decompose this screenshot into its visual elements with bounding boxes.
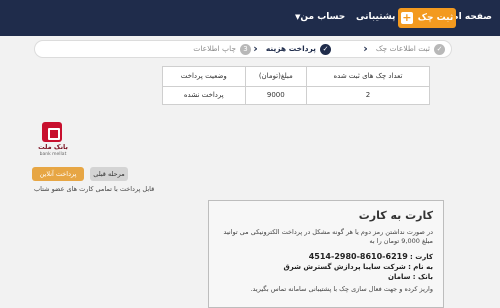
card-panel-footer: واریز کرده و جهت فعال سازی چک با پشتیبان…	[250, 285, 433, 293]
checks-count-cell: 2	[306, 85, 430, 105]
bank-label: بانک :	[412, 273, 433, 281]
account-holder-value: شرکت سایبا پردازش گسترش شرق	[283, 263, 406, 271]
table-row: 2 9000 پرداخت نشده	[162, 85, 430, 105]
pay-online-button[interactable]: پرداخت آنلاین	[32, 167, 84, 181]
column-header: مبلغ(تومان)	[244, 66, 308, 87]
bank-mellat-logo: بانک ملت bank mellat	[32, 122, 74, 160]
bank-value: سامان	[388, 273, 411, 281]
register-check-label: ثبت چک	[417, 13, 454, 23]
amount-cell: 9000	[244, 85, 308, 105]
table-header-row: تعداد چک های ثبت شده مبلغ(تومان) وضعیت پ…	[162, 66, 430, 87]
bank-line: بانک : سامان	[219, 272, 433, 282]
column-header: وضعیت پرداخت	[162, 66, 246, 87]
step-label: پرداخت هزینه	[265, 44, 316, 53]
check-icon: ✓	[320, 43, 331, 55]
check-icon: ✓	[434, 43, 445, 55]
payment-status-cell: پرداخت نشده	[162, 85, 246, 105]
previous-step-button[interactable]: مرحله قبلی	[90, 167, 128, 181]
step-print: 3 چاپ اطلاعات	[193, 43, 251, 55]
step-payment: ✓ پرداخت هزینه ‹	[253, 43, 331, 55]
nav-account-label: حساب من	[300, 12, 346, 22]
bank-emblem-icon	[42, 122, 62, 142]
account-holder-line: به نام : شرکت سایبا پردازش گسترش شرق	[219, 262, 434, 272]
bank-name-en: bank mellat	[39, 152, 67, 157]
nav-account-menu[interactable]: حساب من▼	[292, 10, 345, 24]
column-header: تعداد چک های ثبت شده	[306, 66, 430, 87]
payment-note: قابل پرداخت با تمامی کارت های عضو شتاب	[34, 185, 155, 193]
account-holder-label: به نام :	[408, 263, 433, 271]
register-check-button[interactable]: ثبت چک +	[398, 8, 456, 28]
card-number-line: کارت : 6219-8610-2980-4514	[219, 252, 433, 262]
payment-summary-table: تعداد چک های ثبت شده مبلغ(تومان) وضعیت پ…	[162, 66, 430, 105]
card-number-label: کارت :	[410, 253, 433, 261]
card-panel-title: کارت به کارت	[358, 209, 433, 222]
bank-name-fa: بانک ملت	[38, 143, 68, 151]
step-register-info: ✓ ثبت اطلاعات چک ‹	[363, 43, 445, 55]
step-label: ثبت اطلاعات چک	[375, 44, 430, 53]
card-panel-description: در صورت نداشتن رمز دوم یا هر گونه مشکل د…	[223, 228, 433, 245]
step-label: چاپ اطلاعات	[193, 44, 236, 53]
chevron-left-icon: ‹	[253, 42, 258, 55]
card-to-card-panel: کارت به کارت در صورت نداشتن رمز دوم یا ه…	[208, 200, 444, 308]
plus-icon: +	[400, 11, 413, 24]
step-number-icon: 3	[240, 43, 251, 55]
nav-support-link[interactable]: پشتیبانی	[356, 10, 395, 24]
top-navbar: صفحه اصلی ثبت چک + پشتیبانی حساب من▼	[0, 0, 500, 36]
chevron-left-icon: ‹	[363, 42, 368, 55]
card-number-value: 6219-8610-2980-4514	[308, 252, 408, 261]
checkout-stepper: ✓ ثبت اطلاعات چک ‹ ✓ پرداخت هزینه ‹ 3 چا…	[34, 40, 452, 58]
